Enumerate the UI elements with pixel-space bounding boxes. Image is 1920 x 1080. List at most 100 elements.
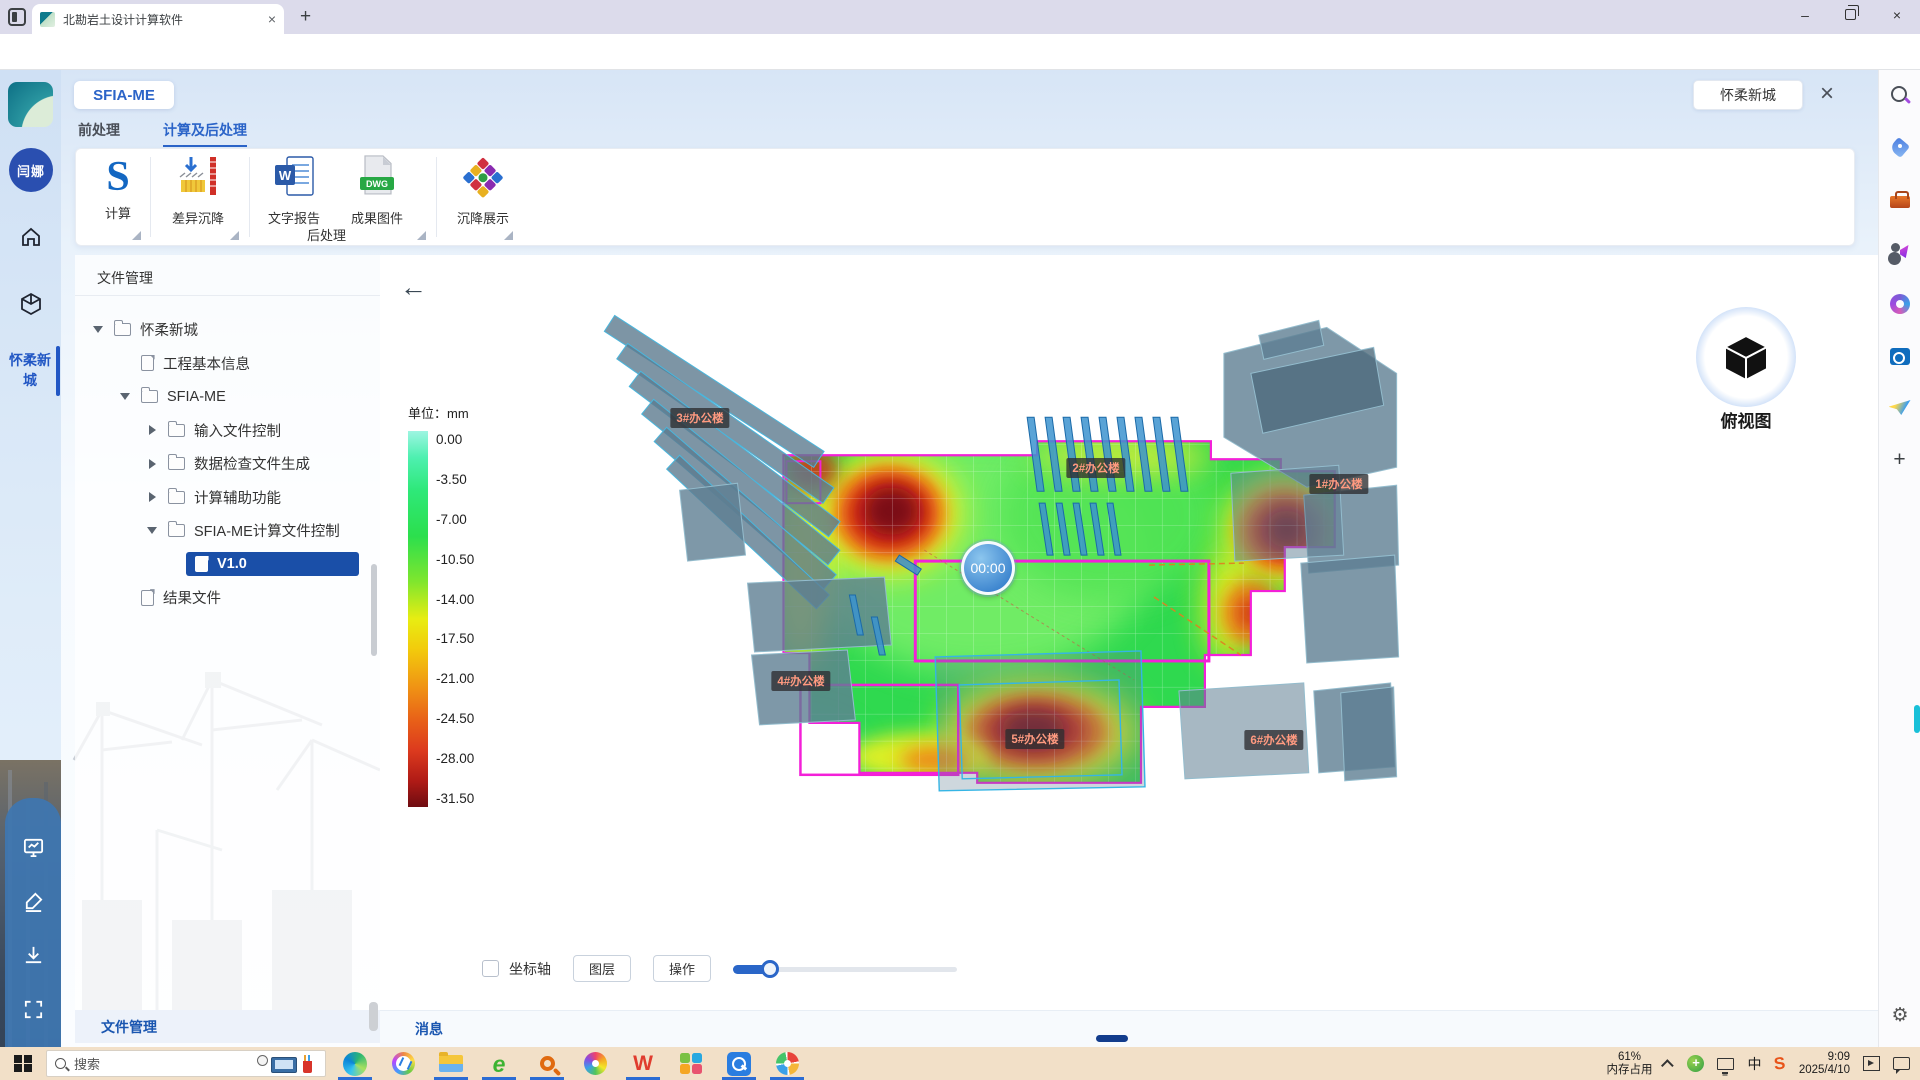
settlement-cube-icon: [461, 155, 505, 199]
tree-caret-icon[interactable]: [145, 527, 159, 534]
tree-item-body[interactable]: 结果文件: [132, 583, 359, 612]
tree-caret-icon[interactable]: [145, 492, 159, 502]
touch-keyboard-icon[interactable]: [1863, 1056, 1880, 1071]
group-expand-icon[interactable]: [132, 231, 141, 240]
taskbar-app-sogou-search[interactable]: [528, 1047, 566, 1080]
chart-monitor-icon[interactable]: [22, 836, 45, 859]
viewer-back-button[interactable]: ←: [400, 273, 427, 301]
slider-thumb[interactable]: [761, 960, 779, 978]
tab-actions-icon[interactable]: [8, 8, 26, 26]
tree-item[interactable]: 结果文件: [75, 581, 373, 615]
opacity-slider[interactable]: [733, 960, 957, 978]
tree-item[interactable]: SFIA-ME: [75, 380, 373, 414]
new-tab-button[interactable]: +: [300, 6, 311, 28]
tree-item-body[interactable]: SFIA-ME: [132, 385, 359, 409]
sidebar-outlook-icon[interactable]: [1887, 343, 1913, 369]
tree-item[interactable]: 数据检查文件生成: [75, 447, 373, 481]
sidebar-designer-icon[interactable]: [1887, 291, 1913, 317]
axes-checkbox[interactable]: [482, 960, 499, 977]
result-drawing-button[interactable]: DWG 成果图件: [338, 155, 416, 227]
tree-item-body[interactable]: 怀柔新城: [105, 315, 359, 344]
download-icon[interactable]: [22, 944, 45, 967]
message-tab[interactable]: 消息: [415, 1019, 443, 1039]
taskbar-app-edge[interactable]: [336, 1047, 374, 1080]
tree-item[interactable]: 怀柔新城: [75, 313, 373, 347]
app-logo[interactable]: [8, 82, 53, 127]
sidebar-copilot-icon[interactable]: [1887, 239, 1913, 265]
sogou-ime-icon[interactable]: S: [1773, 1053, 1786, 1074]
home-nav-icon[interactable]: [19, 225, 43, 249]
operate-button[interactable]: 操作: [653, 955, 711, 982]
animation-time-button[interactable]: 00:00: [961, 541, 1015, 595]
window-minimize-button[interactable]: –: [1790, 7, 1820, 23]
taskbar-app-wps[interactable]: W: [624, 1047, 662, 1080]
tray-expand-icon[interactable]: [1661, 1059, 1674, 1072]
model-cube-icon[interactable]: [19, 292, 43, 316]
tab-calc-postprocess[interactable]: 计算及后处理: [163, 120, 247, 147]
taskbar-app-picviewer[interactable]: [576, 1047, 614, 1080]
browser-tabbar: 北勘岩土设计计算软件 × + – ×: [0, 0, 1920, 34]
tree-item-body[interactable]: 工程基本信息: [132, 349, 359, 378]
sidebar-settings-icon[interactable]: ⚙: [1887, 1003, 1913, 1029]
tree-item-body[interactable]: 计算辅助功能: [159, 483, 359, 512]
text-report-button[interactable]: W 文字报告: [255, 155, 333, 227]
window-close-button[interactable]: ×: [1882, 7, 1912, 23]
safety-360-icon[interactable]: +: [1687, 1055, 1704, 1072]
taskbar-app-e360[interactable]: e: [480, 1047, 518, 1080]
sidebar-drop-icon[interactable]: [1887, 395, 1913, 421]
tree-item-selected[interactable]: V1.0: [186, 552, 359, 576]
color-legend: 单位：mm 0.00-3.50-7.00-10.50-14.00-17.50-2…: [408, 403, 474, 807]
tree-item[interactable]: V1.0: [75, 548, 373, 582]
tree-item-body[interactable]: SFIA-ME计算文件控制: [159, 516, 359, 545]
taskbar-app-officegrid[interactable]: [672, 1047, 710, 1080]
tree-item-body[interactable]: 输入文件控制: [159, 416, 359, 445]
message-panel-handle[interactable]: [1096, 1035, 1128, 1042]
tree-caret-icon[interactable]: [145, 459, 159, 469]
group-expand-icon[interactable]: [230, 231, 239, 240]
taskbar-search[interactable]: 搜索: [46, 1050, 326, 1077]
tab-close-icon[interactable]: ×: [268, 11, 276, 27]
ime-indicator[interactable]: 中: [1747, 1054, 1761, 1074]
user-avatar[interactable]: 闫娜: [9, 148, 53, 192]
tree-item[interactable]: 输入文件控制: [75, 414, 373, 448]
tree-item[interactable]: 工程基本信息: [75, 347, 373, 381]
tree-item[interactable]: 计算辅助功能: [75, 481, 373, 515]
memory-usage[interactable]: 61%内存占用: [1606, 1051, 1652, 1077]
panel-scrollbar-bottom[interactable]: [369, 1002, 378, 1031]
tree-caret-icon[interactable]: [145, 425, 159, 435]
file-panel-footer[interactable]: 文件管理: [75, 1010, 380, 1043]
diff-settlement-button[interactable]: 差异沉降: [159, 155, 237, 227]
fullscreen-icon[interactable]: [22, 998, 45, 1021]
sidebar-shopping-icon[interactable]: [1887, 135, 1913, 161]
annotate-pen-icon[interactable]: [22, 890, 45, 913]
panel-scrollbar[interactable]: [371, 564, 377, 656]
group-expand-icon[interactable]: [417, 231, 426, 240]
display-network-icon[interactable]: [1717, 1058, 1734, 1070]
settlement-display-button[interactable]: 沉降展示: [444, 155, 522, 227]
group-expand-icon[interactable]: [504, 231, 513, 240]
start-button[interactable]: [0, 1055, 46, 1073]
taskbar-app-qapp[interactable]: [720, 1047, 758, 1080]
app-close-icon[interactable]: ×: [1820, 80, 1834, 108]
sidebar-search-icon[interactable]: [1887, 83, 1913, 109]
layers-button[interactable]: 图层: [573, 955, 631, 982]
sidebar-toolbox-icon[interactable]: [1887, 187, 1913, 213]
tree-item-body[interactable]: 数据检查文件生成: [159, 449, 359, 478]
browser-tab[interactable]: 北勘岩土设计计算软件 ×: [32, 4, 284, 34]
sidebar-add-icon[interactable]: +: [1887, 447, 1913, 473]
taskbar-app-capture[interactable]: [384, 1047, 422, 1080]
project-button[interactable]: 怀柔新城: [1693, 80, 1803, 110]
rail-project-item[interactable]: 怀柔新城: [2, 350, 58, 390]
taskbar-app-explorer[interactable]: [432, 1047, 470, 1080]
tree-caret-icon[interactable]: [118, 393, 132, 400]
view-cube[interactable]: [1696, 307, 1796, 407]
taskbar-app-pinwheel[interactable]: [768, 1047, 806, 1080]
tab-preprocess[interactable]: 前处理: [78, 120, 120, 140]
tree-item[interactable]: SFIA-ME计算文件控制: [75, 514, 373, 548]
model-viewer[interactable]: ← 单位：mm 0.00-3.50-7.00-10.50-14.00-17.50…: [380, 255, 1878, 1010]
window-restore-button[interactable]: [1845, 9, 1856, 20]
notification-center-icon[interactable]: [1893, 1057, 1910, 1070]
tree-caret-icon[interactable]: [91, 326, 105, 333]
calc-button[interactable]: S 计算: [79, 155, 157, 222]
clock-date[interactable]: 9:092025/4/10: [1799, 1051, 1850, 1077]
